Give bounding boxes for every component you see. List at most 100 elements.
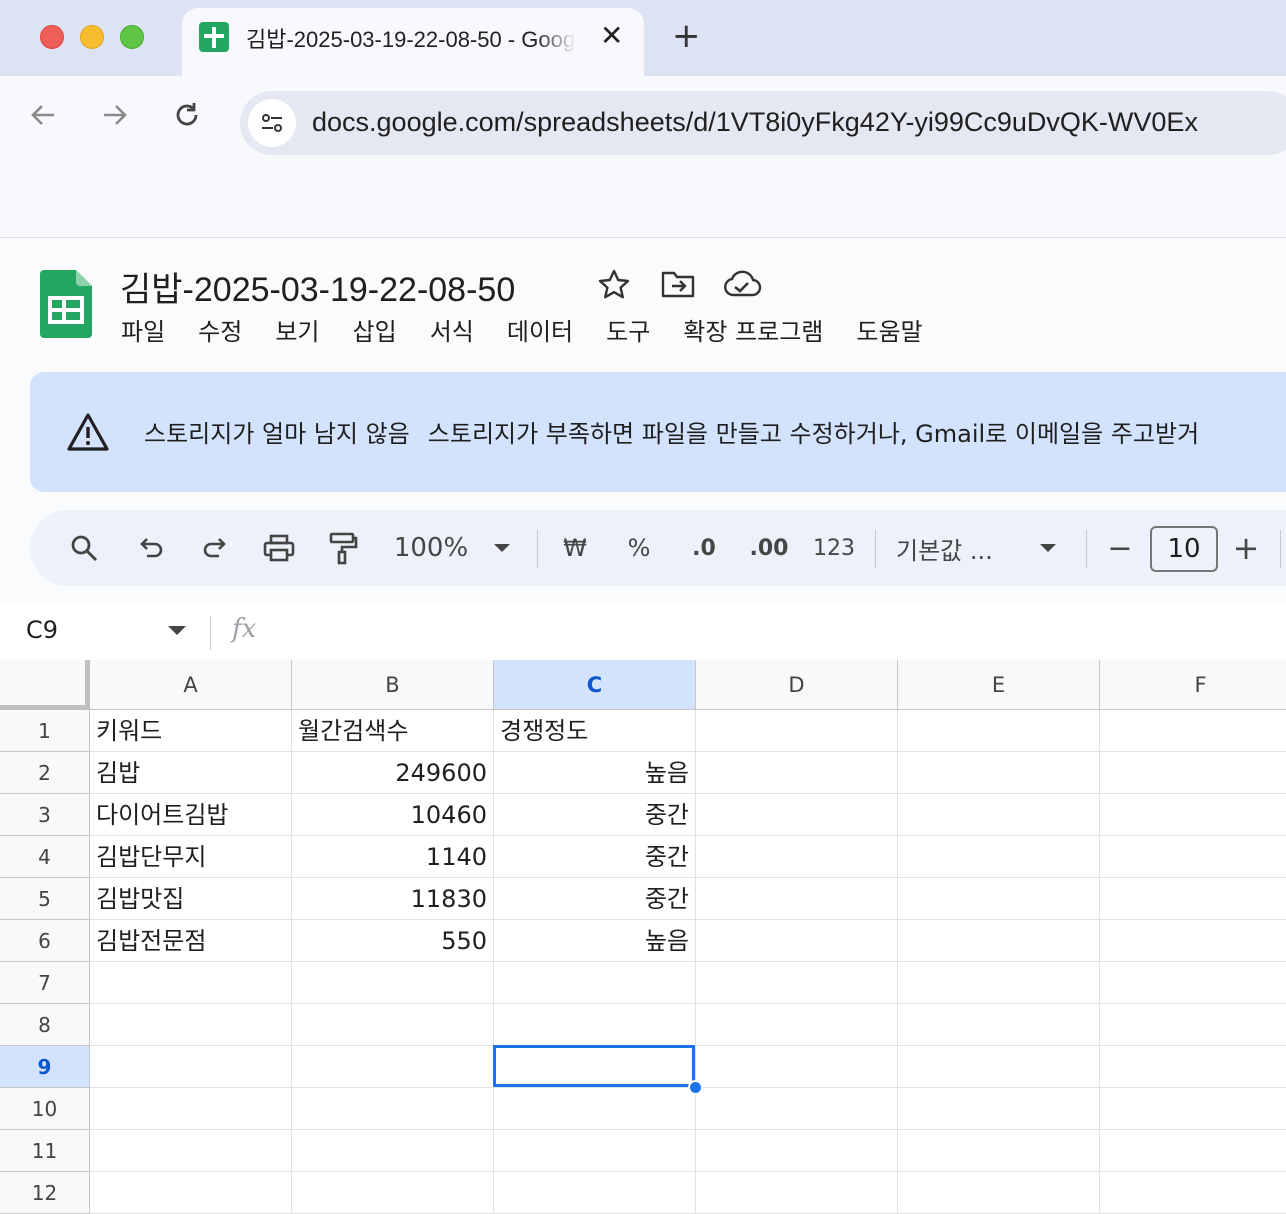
new-tab-button[interactable]: +: [672, 16, 701, 56]
cell-d10[interactable]: [696, 1088, 898, 1130]
cell-b4[interactable]: 1140: [292, 836, 494, 878]
cell-f7[interactable]: [1100, 962, 1286, 1004]
font-family-select[interactable]: 기본값 ...: [896, 510, 1016, 586]
menu-view[interactable]: 보기: [275, 312, 319, 346]
increase-font-size-button[interactable]: +: [1228, 510, 1264, 586]
cell-d12[interactable]: [696, 1172, 898, 1214]
cell-c2[interactable]: 높음: [494, 752, 696, 794]
zoom-select[interactable]: 100%: [386, 510, 476, 586]
cell-a3[interactable]: 다이어트김밥: [90, 794, 292, 836]
cell-d2[interactable]: [696, 752, 898, 794]
cell-e10[interactable]: [898, 1088, 1100, 1130]
cell-a6[interactable]: 김밥전문점: [90, 920, 292, 962]
reload-icon[interactable]: [172, 100, 202, 138]
increase-decimal-button[interactable]: .00: [744, 510, 794, 586]
fill-handle[interactable]: [688, 1080, 703, 1095]
cell-e3[interactable]: [898, 794, 1100, 836]
column-header-e[interactable]: E: [898, 660, 1100, 710]
cell-f2[interactable]: [1100, 752, 1286, 794]
menu-tools[interactable]: 도구: [606, 312, 650, 346]
row-header-5[interactable]: 5: [0, 878, 90, 920]
row-header-8[interactable]: 8: [0, 1004, 90, 1046]
star-icon[interactable]: [597, 268, 631, 300]
column-header-b[interactable]: B: [292, 660, 494, 710]
column-header-d[interactable]: D: [696, 660, 898, 710]
font-size-input[interactable]: 10: [1150, 526, 1218, 572]
row-header-2[interactable]: 2: [0, 752, 90, 794]
cell-b10[interactable]: [292, 1088, 494, 1130]
document-title[interactable]: 김밥-2025-03-19-22-08-50: [120, 262, 515, 311]
cell-d5[interactable]: [696, 878, 898, 920]
menu-data[interactable]: 데이터: [507, 312, 573, 346]
cell-b11[interactable]: [292, 1130, 494, 1172]
cell-d11[interactable]: [696, 1130, 898, 1172]
menu-help[interactable]: 도움말: [856, 312, 922, 346]
row-header-11[interactable]: 11: [0, 1130, 90, 1172]
cell-c10[interactable]: [494, 1088, 696, 1130]
search-menus-icon[interactable]: [58, 510, 110, 586]
cell-c4[interactable]: 중간: [494, 836, 696, 878]
cell-a7[interactable]: [90, 962, 292, 1004]
cell-b3[interactable]: 10460: [292, 794, 494, 836]
back-arrow-icon[interactable]: [28, 100, 58, 138]
minimize-window-button[interactable]: [80, 25, 104, 49]
cell-f9[interactable]: [1100, 1046, 1286, 1088]
column-header-f[interactable]: F: [1100, 660, 1286, 710]
cell-c7[interactable]: [494, 962, 696, 1004]
cell-c5[interactable]: 중간: [494, 878, 696, 920]
cell-c3[interactable]: 중간: [494, 794, 696, 836]
row-header-4[interactable]: 4: [0, 836, 90, 878]
decrease-decimal-button[interactable]: .0: [680, 510, 728, 586]
sheets-logo-icon[interactable]: [40, 270, 92, 338]
cell-e1[interactable]: [898, 710, 1100, 752]
browser-tab-active[interactable]: 김밥-2025-03-19-22-08-50 - Google Sheets ✕: [182, 8, 644, 76]
more-formats-button[interactable]: 123: [810, 510, 858, 586]
cell-c12[interactable]: [494, 1172, 696, 1214]
cell-c1[interactable]: 경쟁정도: [494, 710, 696, 752]
row-header-12[interactable]: 12: [0, 1172, 90, 1214]
print-icon[interactable]: [254, 510, 304, 586]
undo-icon[interactable]: [126, 510, 176, 586]
cell-b6[interactable]: 550: [292, 920, 494, 962]
cell-b1[interactable]: 월간검색수: [292, 710, 494, 752]
cell-f4[interactable]: [1100, 836, 1286, 878]
cell-e6[interactable]: [898, 920, 1100, 962]
cell-d7[interactable]: [696, 962, 898, 1004]
cell-e4[interactable]: [898, 836, 1100, 878]
forward-arrow-icon[interactable]: [100, 100, 130, 138]
address-bar[interactable]: docs.google.com/spreadsheets/d/1VT8i0yFk…: [240, 91, 1286, 155]
cell-a4[interactable]: 김밥단무지: [90, 836, 292, 878]
cloud-saved-icon[interactable]: [722, 268, 762, 300]
cell-e2[interactable]: [898, 752, 1100, 794]
cell-a11[interactable]: [90, 1130, 292, 1172]
row-header-6[interactable]: 6: [0, 920, 90, 962]
name-box-caret-icon[interactable]: [168, 626, 186, 635]
cell-a1[interactable]: 키워드: [90, 710, 292, 752]
zoom-caret-icon[interactable]: [490, 510, 514, 586]
cell-a2[interactable]: 김밥: [90, 752, 292, 794]
redo-icon[interactable]: [190, 510, 240, 586]
cell-e7[interactable]: [898, 962, 1100, 1004]
menu-format[interactable]: 서식: [430, 312, 474, 346]
row-header-10[interactable]: 10: [0, 1088, 90, 1130]
row-header-9[interactable]: 9: [0, 1046, 90, 1088]
row-header-7[interactable]: 7: [0, 962, 90, 1004]
maximize-window-button[interactable]: [120, 25, 144, 49]
decrease-font-size-button[interactable]: −: [1102, 510, 1138, 586]
cell-a12[interactable]: [90, 1172, 292, 1214]
paint-format-icon[interactable]: [318, 510, 368, 586]
cell-b12[interactable]: [292, 1172, 494, 1214]
cell-d9[interactable]: [696, 1046, 898, 1088]
cell-f5[interactable]: [1100, 878, 1286, 920]
cell-f11[interactable]: [1100, 1130, 1286, 1172]
cell-c8[interactable]: [494, 1004, 696, 1046]
cell-e11[interactable]: [898, 1130, 1100, 1172]
name-box[interactable]: C9: [26, 616, 58, 644]
menu-insert[interactable]: 삽입: [353, 312, 397, 346]
format-currency-button[interactable]: ₩: [556, 510, 594, 586]
select-all-corner[interactable]: [0, 660, 90, 710]
cell-c11[interactable]: [494, 1130, 696, 1172]
cell-f1[interactable]: [1100, 710, 1286, 752]
row-header-3[interactable]: 3: [0, 794, 90, 836]
cell-f10[interactable]: [1100, 1088, 1286, 1130]
